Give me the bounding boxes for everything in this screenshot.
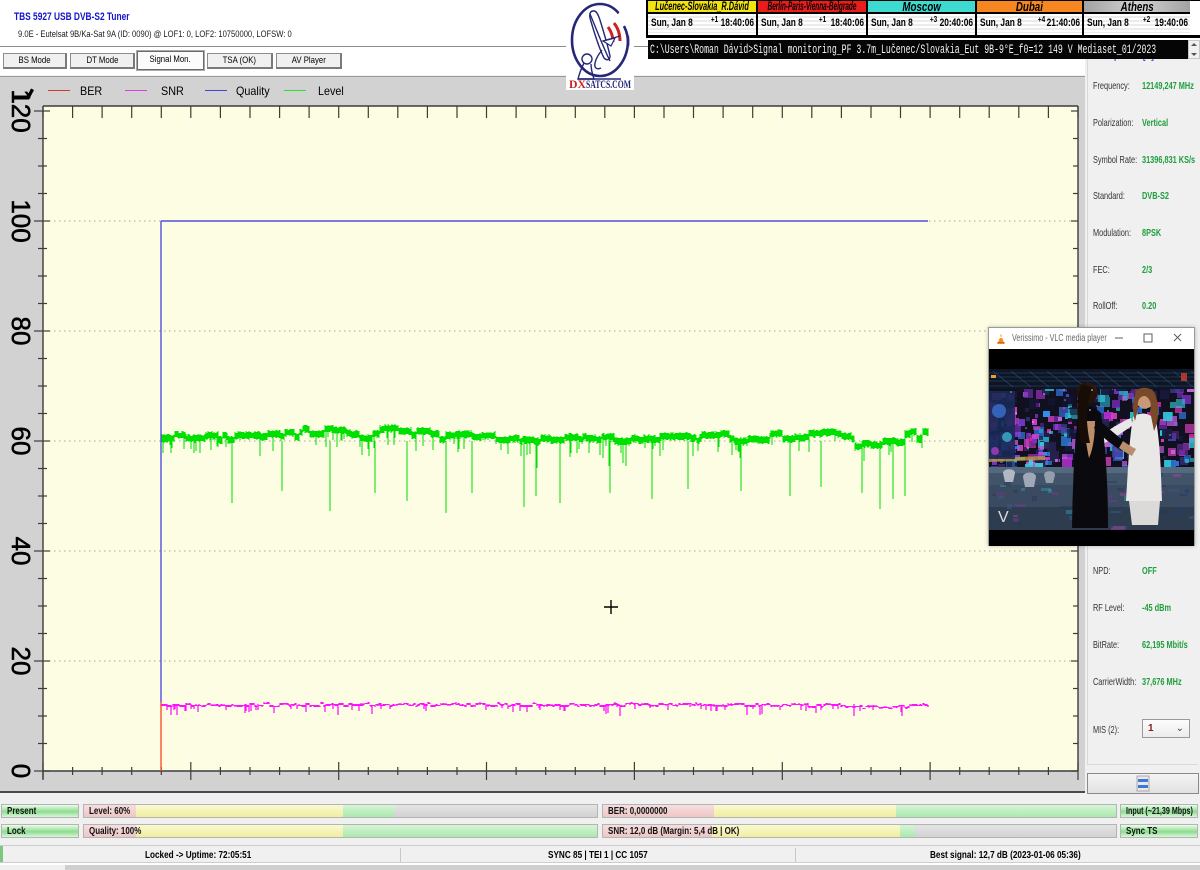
svg-text:100: 100 [6,199,36,242]
svg-text:V: V [998,509,1009,526]
svg-text:60: 60 [6,427,36,456]
svg-text:80: 80 [6,317,36,346]
svg-text:0: 0 [6,764,36,778]
svg-text:40: 40 [6,537,36,566]
svg-text:20: 20 [6,647,36,676]
svg-text:120: 120 [6,89,36,132]
svg-text:SATCS.COM: SATCS.COM [586,77,631,90]
svg-text:DX: DX [569,77,586,90]
